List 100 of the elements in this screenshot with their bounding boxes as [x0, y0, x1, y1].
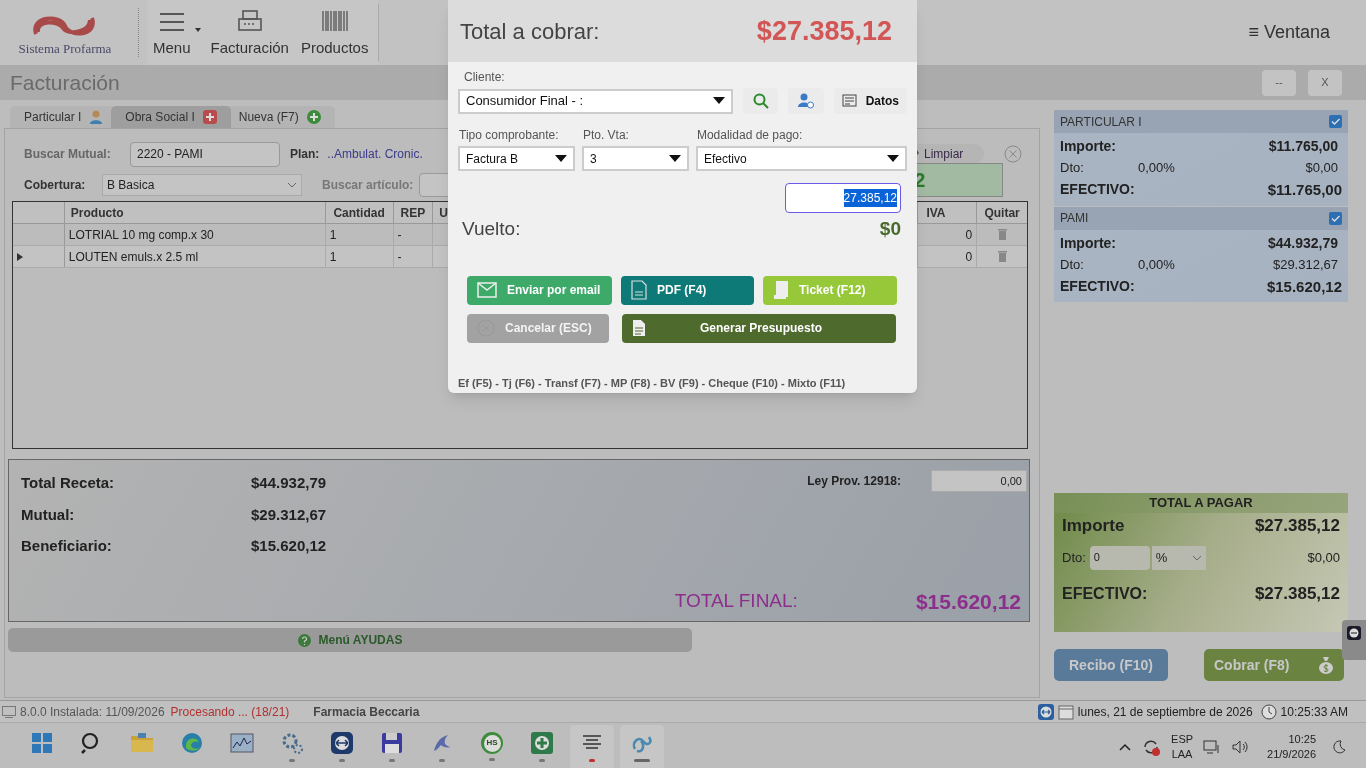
document-icon: [632, 319, 646, 337]
table-cell-text: 1: [329, 248, 337, 266]
select-field[interactable]: Factura B: [458, 146, 575, 171]
taskbar-button[interactable]: [230, 731, 254, 755]
table-cell-text: LOTRIAL 10 mg comp.x 30: [68, 226, 214, 244]
date-text: lunes, 21 de septiembre de 2026: [1077, 703, 1253, 721]
close-icon: [1004, 145, 1022, 163]
progress-text: Procesando ... (18/21): [170, 703, 290, 721]
barcode-icon: [320, 8, 349, 33]
card-value: $11.765,00: [1268, 137, 1338, 156]
amount-due: $27.385,12: [756, 14, 892, 48]
taskbar-button[interactable]: [530, 731, 554, 755]
card-label: Importe:: [1060, 137, 1116, 156]
start-icon: [30, 731, 54, 755]
column-header: Cantidad: [333, 204, 385, 222]
card-title: PAMI: [1060, 210, 1089, 227]
toolbar-button[interactable]: Facturación: [204, 0, 295, 65]
moon-icon: [1332, 739, 1346, 754]
money-bag-icon: [1318, 656, 1334, 674]
network-icon: [1203, 738, 1222, 755]
medical-cross-icon: [202, 110, 217, 124]
column-header: U: [439, 204, 448, 222]
card-label: Dto:: [1060, 255, 1085, 274]
total-value: $44.932,79: [251, 473, 327, 493]
total-label: Total Receta:: [21, 473, 116, 493]
remote-icon: [1037, 703, 1054, 720]
cancel-button: Cancelar (ESC): [467, 313, 609, 343]
select-field[interactable]: 3: [581, 146, 689, 171]
discount-field[interactable]: 0: [1089, 546, 1150, 570]
trash-icon: [997, 229, 1007, 240]
add-user-icon: [798, 93, 814, 109]
total-value: $15.620,12: [251, 536, 327, 556]
table-cell-text: LOUTEN emuls.x 2.5 ml: [68, 248, 199, 266]
panel-label: EFECTIVO:: [1062, 584, 1148, 604]
window-menu[interactable]: ≡ Ventana: [1248, 19, 1330, 46]
caret-icon: [194, 28, 201, 32]
panel-value: $27.385,12: [1254, 583, 1340, 606]
caret-icon: [554, 154, 567, 163]
unit-dropdown[interactable]: %: [1151, 546, 1206, 570]
chevron-down-icon: [287, 182, 297, 188]
add-icon: [306, 110, 321, 124]
panel-label: Importe: [1062, 515, 1125, 538]
receipt-icon: [773, 280, 789, 300]
remote-icon: [330, 731, 354, 755]
keyboard-layout[interactable]: LAA: [1171, 746, 1193, 762]
language-indicator[interactable]: ESP: [1171, 731, 1194, 747]
window-button[interactable]: --: [1262, 69, 1296, 96]
column-header: IVA: [926, 204, 946, 222]
checkbox[interactable]: [1329, 211, 1342, 225]
select-field[interactable]: Efectivo: [695, 146, 907, 171]
card-label: EFECTIVO:: [1060, 180, 1135, 199]
field-label: Cobertura:: [24, 177, 87, 194]
remote-tab-icon: [1347, 626, 1361, 640]
medical-cross-icon: [530, 731, 554, 755]
search-button[interactable]: [743, 88, 779, 114]
pdf-button[interactable]: PDF (F4): [621, 275, 754, 305]
menu-icon: [157, 10, 186, 33]
total-label: Mutual:: [21, 504, 76, 525]
field-label: Cliente:: [464, 69, 506, 86]
amount-field[interactable]: 27.385,12: [785, 183, 901, 213]
taskbar-button[interactable]: [380, 731, 404, 755]
final-total-label: TOTAL FINAL:: [674, 589, 798, 613]
help-icon: [297, 633, 311, 647]
table-cell-text: -: [397, 226, 402, 244]
clock-date[interactable]: 21/9/2026: [1267, 746, 1316, 762]
version-text: 8.0.0 Instalada: 11/09/2026: [20, 703, 165, 721]
toolbar-button[interactable]: Productos: [294, 0, 375, 65]
pdf-file-icon: [631, 280, 647, 300]
coverage-dropdown[interactable]: B Basica: [102, 174, 302, 196]
trash-icon: [997, 251, 1007, 262]
taskbar-button[interactable]: [330, 731, 354, 755]
field-label: Ley Prov. 12918:: [807, 473, 901, 490]
tab[interactable]: Obra Social I: [111, 106, 231, 128]
toolbar-button[interactable]: Menu: [147, 0, 197, 65]
data-button[interactable]: Datos: [833, 88, 907, 114]
client-dropdown[interactable]: Consumidor Final - :: [458, 88, 733, 114]
budget-button[interactable]: Generar Presupuesto: [622, 313, 896, 343]
ley-field[interactable]: 0,00: [931, 470, 1027, 492]
check-icon: [1331, 118, 1340, 125]
card-value: $11.765,00: [1267, 180, 1342, 200]
card-value: $29.312,67: [1272, 255, 1338, 274]
clock-time[interactable]: 10:25: [1288, 731, 1316, 747]
add-user-button[interactable]: [788, 88, 824, 114]
field-label: Plan:: [290, 146, 320, 163]
total-value: $29.312,67: [251, 504, 327, 525]
table-cell-text: 0: [965, 248, 973, 266]
field-label: Pto. Vta:: [582, 127, 630, 144]
checkbox[interactable]: [1329, 115, 1342, 128]
taskbar-button[interactable]: HS: [481, 732, 503, 754]
panel-title: TOTAL A PAGAR: [1149, 494, 1253, 513]
mutual-field[interactable]: 2220 - PAMI: [130, 141, 280, 167]
check-icon: [1331, 214, 1340, 222]
card-label: EFECTIVO:: [1060, 276, 1135, 296]
person-icon: [89, 110, 104, 124]
calendar-icon: [1057, 703, 1074, 720]
row-pointer-icon: [17, 252, 23, 261]
window-button[interactable]: X: [1308, 69, 1342, 96]
discount-percent: 0,00%: [1138, 159, 1175, 178]
panel-value: $0,00: [1307, 549, 1340, 568]
card-value: $0,00: [1305, 159, 1338, 178]
